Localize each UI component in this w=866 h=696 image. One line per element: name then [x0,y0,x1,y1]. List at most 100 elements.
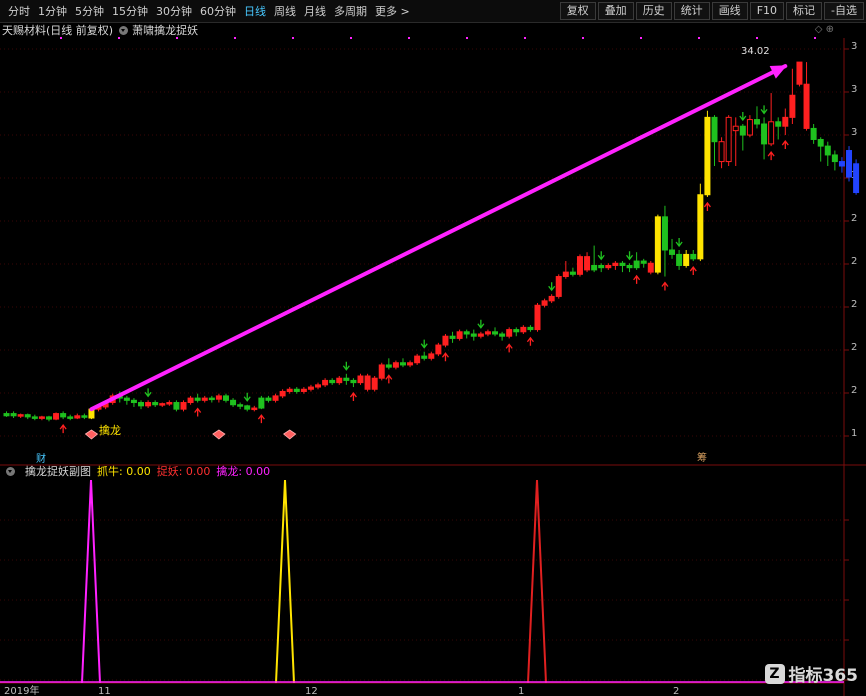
qinlong-value: 擒龙: 0.00 [216,465,271,478]
date-label: 12 [305,686,318,696]
axis-label: 3 [851,84,857,95]
axis-label: 2 [851,213,857,224]
candle-body [357,375,364,384]
candle-body [463,331,470,335]
date-label: 2019年 [4,684,39,696]
candle-body [421,355,428,359]
sub-indicator-dropdown-icon[interactable] [6,466,15,476]
candle-body [371,377,378,390]
candle-body [251,407,258,411]
sub-indicator-name[interactable]: 擒龙捉妖副图 [25,463,91,479]
top-dot [118,37,120,39]
candle-body [456,331,463,339]
candle-body [152,402,159,406]
candle-body [619,262,626,266]
signal-spike [527,479,547,684]
axis-label: 2 [851,342,857,353]
candle-body [591,264,598,271]
candle-body [286,388,293,392]
candle-body [753,119,760,125]
candle-body [768,121,775,145]
candle-body [315,384,322,388]
candle-body [343,377,350,381]
candle-body [215,395,222,400]
candle-body [428,353,435,359]
signal-spike [275,479,295,684]
candle-body [669,249,676,255]
candle-body [442,335,449,346]
candle-body [336,377,343,384]
zhibiao-logo-icon: Z [764,663,785,684]
candle-body [761,123,768,145]
candle-body [166,402,173,405]
candle-body [272,395,279,401]
date-label: 1 [518,686,524,696]
candle-body [718,141,725,163]
top-dot [756,37,758,39]
candle-body [322,379,329,386]
candle-body [831,154,838,163]
candle-body [732,125,739,132]
candle-body [414,355,421,364]
top-dot [640,37,642,39]
candle-body [796,61,803,85]
axis-label: 1 [851,428,857,439]
candle-body [38,416,45,419]
top-dot [408,37,410,39]
candle-body [364,375,371,390]
candle-body [230,399,237,406]
axis-label: 3 [851,41,857,52]
candle-body [10,413,17,417]
axis-label: 2 [851,256,857,267]
candle-body [138,402,145,407]
candle-body [555,276,562,297]
candle-body [725,116,732,163]
sub-indicator-title: 擒龙捉妖副图 抓牛: 0.00 捉妖: 0.00 擒龙: 0.00 [0,464,270,478]
candle-body [704,116,711,196]
candle-body [838,161,845,167]
candle-body [640,260,647,264]
top-dot [582,37,584,39]
candle-body [378,364,385,379]
candle-body [626,264,633,269]
candle-body [548,295,555,302]
candle-body [265,397,272,401]
candle-body [775,121,782,127]
candle-body [605,264,612,269]
kline-chart[interactable]: 3 3 3 3 2 2 2 2 2 1 2019年 11 12 1 2 34.0… [0,0,866,696]
top-dot [350,37,352,39]
candle-body [385,364,392,368]
candle-body [541,300,548,306]
axis-label: 3 [851,127,857,138]
candle-body [407,362,414,366]
date-label: 2 [673,686,679,696]
candle-body [562,271,569,278]
date-label: 11 [98,686,111,696]
candle-body [598,264,605,269]
candle-body [697,194,704,260]
top-dot [814,37,816,39]
candle-body [81,415,88,418]
candle-body [584,256,591,271]
top-dot [234,37,236,39]
candle-body [492,331,499,335]
candle-body [350,379,357,384]
zhuaniu-value: 抓牛: 0.00 [97,465,151,478]
candle-body [180,402,187,410]
high-price-label: 34.02 [741,46,770,57]
watermark: Z 指标365 [764,661,858,686]
zhuoyao-value: 捉妖: 0.00 [156,465,211,478]
candle-body [846,150,853,178]
candle-body [576,256,583,275]
top-dot [176,37,178,39]
candle-body [67,416,74,419]
candle-body [782,116,789,127]
candle-body [399,362,406,366]
candle-body [222,395,229,401]
candle-body [711,116,718,143]
top-dot [60,37,62,39]
candle-body [130,399,137,404]
candle-body [60,413,67,418]
candle-body [803,83,810,129]
candle-body [201,397,208,401]
